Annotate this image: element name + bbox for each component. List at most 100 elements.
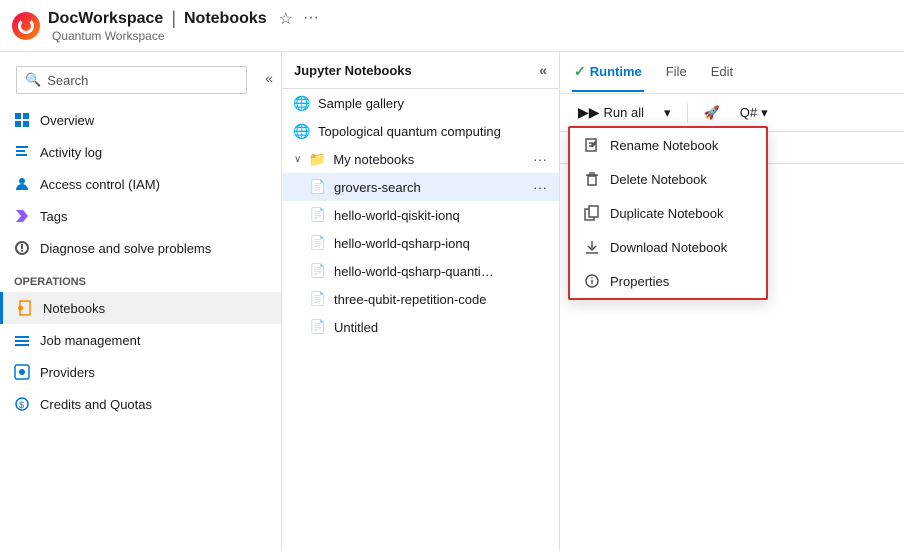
menu-item-properties-label: Properties [610, 274, 669, 289]
tree-item-label: hello-world-qsharp-quantinu... [334, 264, 494, 279]
sidebar-item-job-management[interactable]: Job management [0, 324, 281, 356]
overview-label: Overview [40, 113, 94, 128]
run-all-button[interactable]: ▶▶ Run all [570, 100, 652, 125]
tree-item-label: hello-world-qsharp-ionq [334, 236, 470, 251]
tree-item-label: My notebooks [333, 152, 414, 167]
file-icon: 📄 [310, 235, 326, 251]
tree-item-label: Sample gallery [318, 96, 404, 111]
context-menu: Rename Notebook Delete Notebook Duplicat… [568, 126, 768, 300]
menu-item-duplicate-label: Duplicate Notebook [610, 206, 723, 221]
file-icon: 📄 [310, 207, 326, 223]
menu-item-rename-label: Rename Notebook [610, 138, 718, 153]
tree-item-label: hello-world-qiskit-ionq [334, 208, 460, 223]
tree-item-grovers-search[interactable]: 📄 grovers-search ··· [282, 173, 559, 201]
sidebar-item-activity-log[interactable]: Activity log [0, 136, 281, 168]
search-icon: 🔍 [25, 72, 41, 88]
sidebar-collapse-button[interactable]: « [257, 68, 275, 88]
svg-text:$: $ [19, 400, 24, 410]
sidebar-item-credits[interactable]: $ Credits and Quotas [0, 388, 281, 420]
tab-file-label: File [666, 64, 687, 79]
app-name: DocWorkspace [48, 10, 163, 28]
run-all-label: Run all [604, 105, 644, 120]
star-icon[interactable]: ☆ [279, 9, 293, 29]
header-title-group: DocWorkspace | Notebooks ☆ ··· Quantum W… [48, 8, 319, 43]
right-tabs: ✓ Runtime File Edit [560, 52, 904, 94]
job-management-icon [14, 332, 30, 348]
sidebar-item-diagnose[interactable]: Diagnose and solve problems [0, 232, 281, 264]
search-box[interactable]: 🔍 Search [16, 66, 247, 94]
file-icon: 📄 [310, 179, 326, 195]
run-all-dropdown-button[interactable]: ▾ [656, 101, 679, 125]
tree-item-untitled[interactable]: 📄 Untitled [282, 313, 559, 341]
rocket-icon: 🚀 [704, 105, 720, 121]
menu-item-download[interactable]: Download Notebook [570, 230, 766, 264]
tags-icon [14, 208, 30, 224]
tab-runtime-label: Runtime [590, 64, 642, 79]
diagnose-icon [14, 240, 30, 256]
credits-icon: $ [14, 396, 30, 412]
info-icon [584, 273, 600, 289]
tree-item-my-notebooks[interactable]: ∨ 📁 My notebooks ··· [282, 145, 559, 173]
activity-log-icon [14, 144, 30, 160]
overview-icon [14, 112, 30, 128]
tree-item-label: Topological quantum computing [318, 124, 501, 139]
more-options-icon[interactable]: ··· [533, 151, 547, 167]
middle-panel-header: Jupyter Notebooks « [282, 52, 559, 89]
tree-item-sample-gallery[interactable]: 🌐 Sample gallery [282, 89, 559, 117]
menu-item-properties[interactable]: Properties [570, 264, 766, 298]
middle-panel: Jupyter Notebooks « 🌐 Sample gallery 🌐 T… [282, 52, 560, 551]
sidebar-item-tags[interactable]: Tags [0, 200, 281, 232]
check-icon: ✓ [574, 63, 586, 80]
middle-panel-collapse-button[interactable]: « [539, 62, 547, 78]
tree-item-hello-world-qsharp[interactable]: 📄 hello-world-qsharp-ionq [282, 229, 559, 257]
app-logo [12, 12, 40, 40]
notebooks-icon [17, 300, 33, 316]
search-label: Search [47, 73, 88, 88]
tab-edit[interactable]: Edit [709, 54, 735, 91]
workspace-name: Quantum Workspace [52, 29, 319, 43]
menu-item-delete-label: Delete Notebook [610, 172, 707, 187]
menu-item-duplicate[interactable]: Duplicate Notebook [570, 196, 766, 230]
notebooks-label: Notebooks [43, 301, 105, 316]
tree-item-hello-world-qiskit[interactable]: 📄 hello-world-qiskit-ionq [282, 201, 559, 229]
logo-spinner [18, 18, 34, 34]
tree-item-three-qubit[interactable]: 📄 three-qubit-repetition-code [282, 285, 559, 313]
more-options-icon[interactable]: ··· [533, 179, 547, 195]
sidebar-item-notebooks[interactable]: Notebooks [0, 292, 281, 324]
globe-icon: 🌐 [294, 123, 310, 139]
download-icon [584, 239, 600, 255]
qsharp-label: Q# [740, 105, 757, 120]
qsharp-expand-icon: ▾ [761, 105, 768, 121]
menu-item-rename[interactable]: Rename Notebook [570, 128, 766, 162]
sidebar-item-access-control[interactable]: Access control (IAM) [0, 168, 281, 200]
tags-label: Tags [40, 209, 67, 224]
sidebar-item-overview[interactable]: Overview [0, 104, 281, 136]
folder-icon: 📁 [309, 151, 325, 167]
tab-file[interactable]: File [664, 54, 689, 91]
tree-item-label: grovers-search [334, 180, 421, 195]
activity-log-label: Activity log [40, 145, 102, 160]
providers-icon [14, 364, 30, 380]
duplicate-icon [584, 205, 600, 221]
tree-item-hello-world-qsharp-quantinu[interactable]: 📄 hello-world-qsharp-quantinu... [282, 257, 559, 285]
header-top-row: DocWorkspace | Notebooks ☆ ··· [48, 8, 319, 29]
access-control-label: Access control (IAM) [40, 177, 160, 192]
menu-item-delete[interactable]: Delete Notebook [570, 162, 766, 196]
operations-section-label: Operations [0, 264, 281, 292]
header-actions: ☆ ··· [279, 9, 319, 29]
tab-edit-label: Edit [711, 64, 733, 79]
run-all-icon: ▶▶ [578, 104, 600, 121]
tree-item-topological[interactable]: 🌐 Topological quantum computing [282, 117, 559, 145]
qsharp-button[interactable]: Q# ▾ [732, 101, 776, 125]
sidebar-item-providers[interactable]: Providers [0, 356, 281, 388]
file-icon: 📄 [310, 263, 326, 279]
main-area: 🔍 Search « Overview Activity log Access … [0, 52, 904, 551]
left-sidebar: 🔍 Search « Overview Activity log Access … [0, 52, 282, 551]
rocket-button[interactable]: 🚀 [696, 101, 728, 125]
tab-runtime[interactable]: ✓ Runtime [572, 53, 644, 92]
delete-icon [584, 171, 600, 187]
app-header: DocWorkspace | Notebooks ☆ ··· Quantum W… [0, 0, 904, 52]
chevron-down-icon: ∨ [294, 154, 301, 165]
chevron-down-icon: ▾ [664, 105, 671, 121]
more-icon[interactable]: ··· [303, 9, 319, 29]
